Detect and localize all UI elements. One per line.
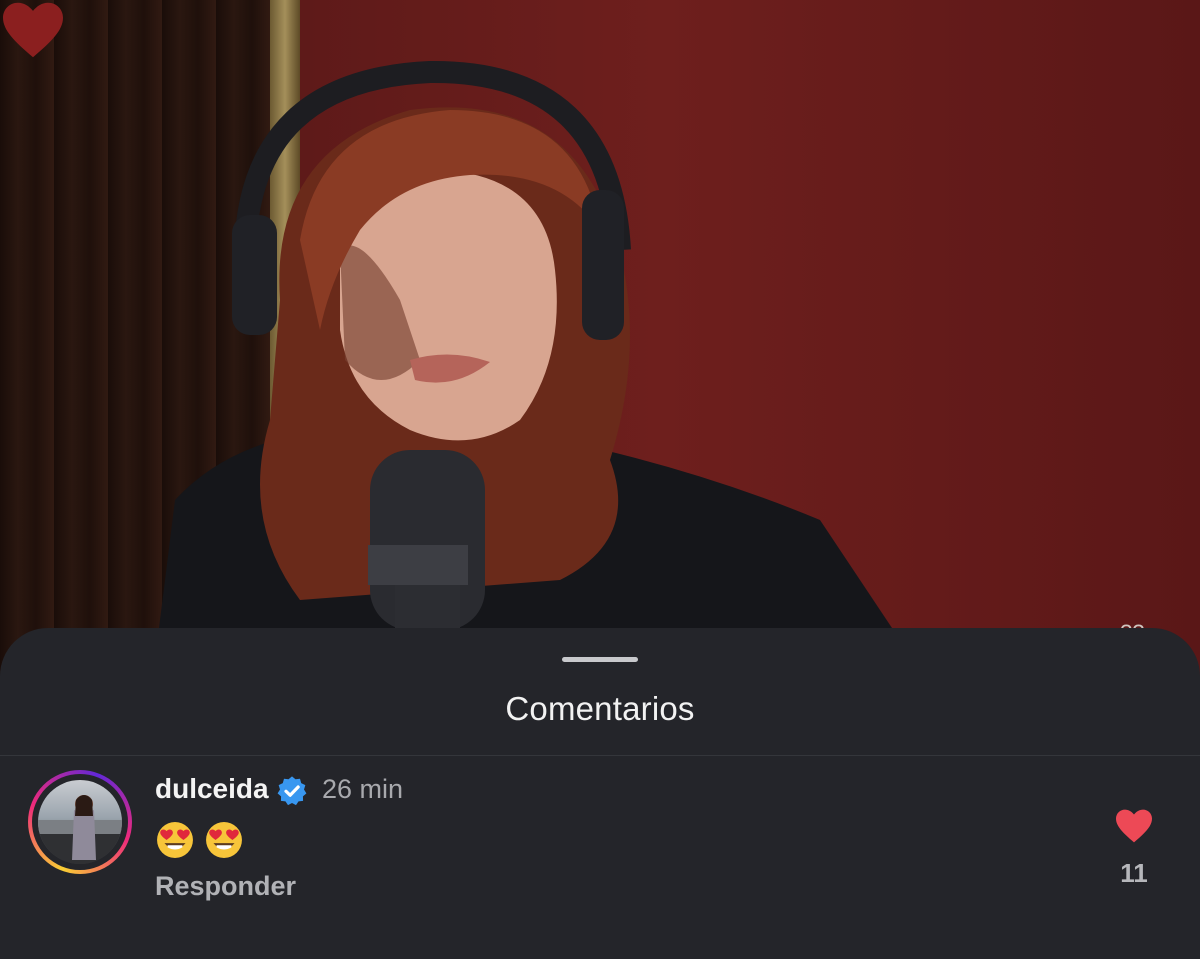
reply-button[interactable]: Responder (155, 871, 296, 902)
heart-icon[interactable] (1114, 808, 1154, 844)
comment-item: dulceida 26 min 😍😍 Responder 11 (0, 628, 1200, 959)
verified-badge-icon (277, 776, 307, 806)
comment-text: 😍😍 (156, 818, 245, 859)
avatar[interactable] (28, 770, 132, 874)
heart-eyes-emoji-icon (206, 822, 243, 858)
video-heart-icon[interactable] (0, 0, 66, 60)
comment-like-count: 11 (1120, 858, 1148, 888)
video-player[interactable]: ?? (0, 0, 1200, 700)
comment-username[interactable]: dulceida (155, 773, 269, 805)
video-frame (150, 60, 900, 700)
avatar-photo (38, 780, 122, 864)
heart-eyes-emoji-icon (157, 822, 193, 858)
comment-timestamp: 26 min (322, 774, 404, 804)
